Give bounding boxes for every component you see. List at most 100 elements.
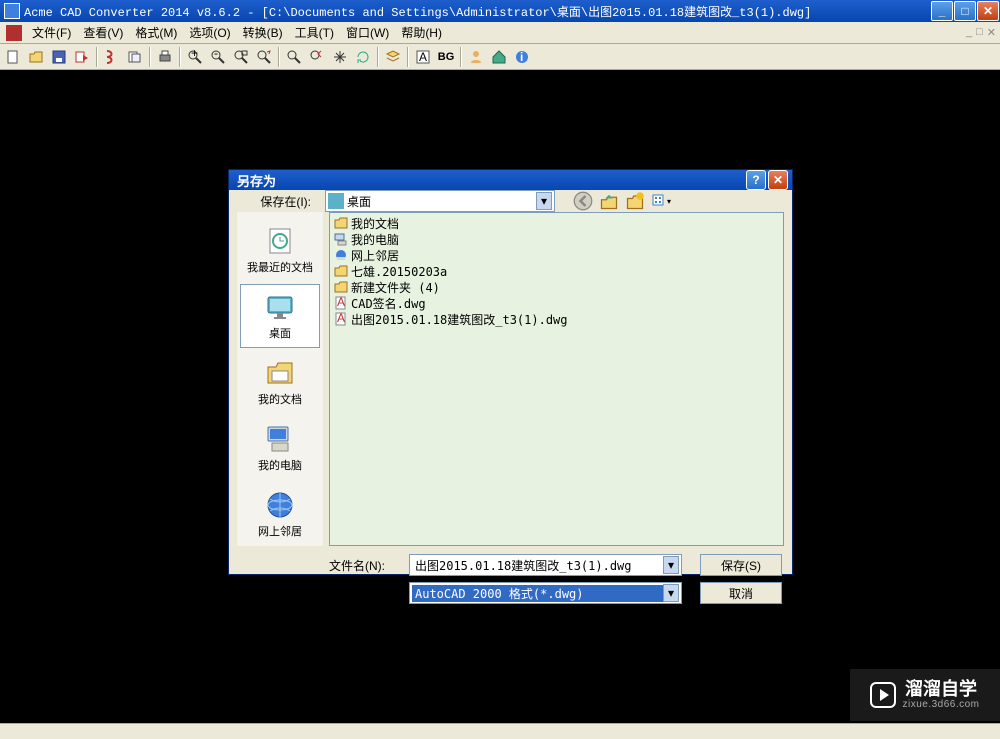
filename-label: 文件名(N): xyxy=(329,557,399,574)
window-title: Acme CAD Converter 2014 v8.6.2 - [C:\Doc… xyxy=(24,3,931,20)
dropdown-icon[interactable]: ▾ xyxy=(663,556,679,574)
home-button[interactable] xyxy=(488,46,510,68)
toolbar: + - A BG i xyxy=(0,44,1000,70)
menu-format[interactable]: 格式(M) xyxy=(129,21,183,44)
computer-icon xyxy=(334,232,348,246)
filetype-combo[interactable]: AutoCAD 2000 格式(*.dwg) ▾ xyxy=(409,582,682,604)
app-icon xyxy=(4,3,20,19)
zoom-in-button[interactable]: + xyxy=(184,46,206,68)
export-button[interactable] xyxy=(71,46,93,68)
save-as-dialog: 另存为 ? ✕ 保存在(I): 桌面 ▾ ▾ 我最近的文档 xyxy=(228,169,793,575)
svg-text:i: i xyxy=(520,50,523,64)
info-button[interactable]: i xyxy=(511,46,533,68)
up-button[interactable] xyxy=(599,191,619,211)
dwg-icon: A xyxy=(334,296,348,310)
open-button[interactable] xyxy=(25,46,47,68)
filename-input[interactable]: 出图2015.01.18建筑图改_t3(1).dwg ▾ xyxy=(409,554,682,576)
separator xyxy=(179,47,181,67)
minimize-button[interactable]: _ xyxy=(931,1,953,21)
dropdown-icon[interactable]: ▾ xyxy=(663,584,679,602)
back-button[interactable] xyxy=(573,191,593,211)
menu-view[interactable]: 查看(V) xyxy=(77,21,129,44)
close-button[interactable]: ✕ xyxy=(977,1,999,21)
place-documents[interactable]: 我的文档 xyxy=(240,350,320,414)
new-folder-button[interactable] xyxy=(625,191,645,211)
watermark-url: zixue.3d66.com xyxy=(902,699,979,710)
folder-icon xyxy=(334,264,348,278)
file-item[interactable]: 新建文件夹 (4) xyxy=(332,279,781,295)
print-button[interactable] xyxy=(154,46,176,68)
place-desktop[interactable]: 桌面 xyxy=(240,284,320,348)
new-button[interactable] xyxy=(2,46,24,68)
status-bar xyxy=(0,723,1000,739)
filetype-label: 保存类型(T): xyxy=(329,585,399,602)
menu-file[interactable]: 文件(F) xyxy=(26,21,77,44)
file-item[interactable]: 我的电脑 xyxy=(332,231,781,247)
computer-icon xyxy=(264,423,296,455)
network-icon xyxy=(264,489,296,521)
window-titlebar: Acme CAD Converter 2014 v8.6.2 - [C:\Doc… xyxy=(0,0,1000,22)
menu-tools[interactable]: 工具(T) xyxy=(289,21,340,44)
pan-button[interactable] xyxy=(329,46,351,68)
separator xyxy=(278,47,280,67)
save-button[interactable]: 保存(S) xyxy=(700,554,782,576)
file-item[interactable]: A CAD签名.dwg xyxy=(332,295,781,311)
bg-button[interactable]: BG xyxy=(435,46,457,68)
file-item[interactable]: 我的文档 xyxy=(332,215,781,231)
separator xyxy=(96,47,98,67)
zoom-previous-button[interactable] xyxy=(306,46,328,68)
separator xyxy=(149,47,151,67)
folder-icon xyxy=(334,280,348,294)
convert-pdf-button[interactable] xyxy=(101,46,123,68)
view-menu-button[interactable]: ▾ xyxy=(651,191,671,211)
svg-text:-: - xyxy=(214,49,218,60)
zoom-extents-button[interactable] xyxy=(253,46,275,68)
regen-button[interactable] xyxy=(352,46,374,68)
dialog-help-button[interactable]: ? xyxy=(746,170,766,190)
menu-help[interactable]: 帮助(H) xyxy=(395,21,448,44)
desktop-icon xyxy=(264,291,296,323)
dialog-titlebar[interactable]: 另存为 ? ✕ xyxy=(229,170,792,190)
menu-options[interactable]: 选项(O) xyxy=(183,21,236,44)
desktop-icon xyxy=(328,193,344,209)
place-computer[interactable]: 我的电脑 xyxy=(240,416,320,480)
menubar: 文件(F) 查看(V) 格式(M) 选项(O) 转换(B) 工具(T) 窗口(W… xyxy=(0,22,1000,44)
file-item[interactable]: 七雄.20150203a xyxy=(332,263,781,279)
convert-batch-button[interactable] xyxy=(124,46,146,68)
documents-icon xyxy=(264,357,296,389)
file-item[interactable]: 网上邻居 xyxy=(332,247,781,263)
dialog-title: 另存为 xyxy=(233,171,746,190)
network-icon xyxy=(334,248,348,262)
dropdown-icon[interactable]: ▾ xyxy=(536,192,552,210)
menu-window[interactable]: 窗口(W) xyxy=(340,21,395,44)
folder-docs-icon xyxy=(334,216,348,230)
file-item[interactable]: A 出图2015.01.18建筑图改_t3(1).dwg xyxy=(332,311,781,327)
save-button[interactable] xyxy=(48,46,70,68)
font-button[interactable]: A xyxy=(412,46,434,68)
app-logo-icon xyxy=(6,25,22,41)
lookin-label: 保存在(I): xyxy=(237,193,317,210)
lookin-combo[interactable]: 桌面 ▾ xyxy=(325,190,555,212)
mdi-restore-icon[interactable]: □ xyxy=(976,26,983,39)
file-list[interactable]: 我的文档 我的电脑 网上邻居 七雄.20150203a 新建文件夹 (4) A … xyxy=(329,212,784,546)
recent-icon xyxy=(264,225,296,257)
zoom-window-button[interactable] xyxy=(230,46,252,68)
place-network[interactable]: 网上邻居 xyxy=(240,482,320,546)
places-bar: 我最近的文档 桌面 我的文档 我的电脑 网上邻居 xyxy=(237,212,323,546)
zoom-out-button[interactable]: - xyxy=(207,46,229,68)
watermark-title: 溜溜自学 xyxy=(905,680,977,700)
menu-convert[interactable]: 转换(B) xyxy=(237,21,289,44)
separator xyxy=(377,47,379,67)
dialog-close-button[interactable]: ✕ xyxy=(768,170,788,190)
lookin-value: 桌面 xyxy=(347,193,536,210)
place-recent[interactable]: 我最近的文档 xyxy=(240,218,320,282)
maximize-button[interactable]: □ xyxy=(954,1,976,21)
separator xyxy=(407,47,409,67)
mdi-close-icon[interactable]: ✕ xyxy=(987,26,996,39)
user-button[interactable] xyxy=(465,46,487,68)
cancel-button[interactable]: 取消 xyxy=(700,582,782,604)
mdi-minimize-icon[interactable]: _ xyxy=(966,26,972,39)
dwg-icon: A xyxy=(334,312,348,326)
layers-button[interactable] xyxy=(382,46,404,68)
zoom-realtime-button[interactable] xyxy=(283,46,305,68)
